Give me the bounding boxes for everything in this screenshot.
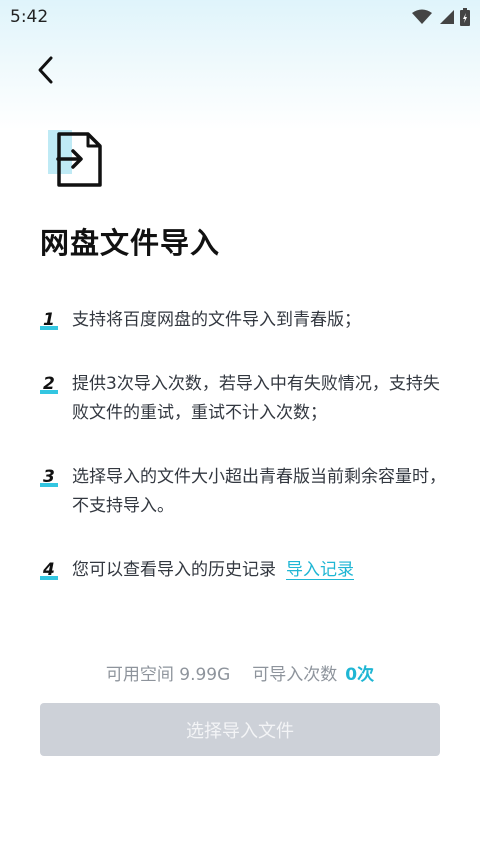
- import-count-value: 0次: [345, 665, 375, 685]
- select-import-files-button[interactable]: 选择导入文件: [40, 703, 440, 756]
- rule-number-digit: 4: [43, 560, 55, 580]
- rule-item-1: 1 支持将百度网盘的文件导入到青春版；: [40, 306, 450, 335]
- status-icons: [412, 8, 470, 26]
- rule-text: 支持将百度网盘的文件导入到青春版；: [72, 310, 361, 330]
- rule-number-digit: 2: [43, 374, 55, 394]
- status-time: 5:42: [10, 7, 49, 27]
- rule-number: 2: [40, 370, 72, 399]
- back-button[interactable]: [26, 50, 66, 90]
- rule-text-body: 您可以查看导入的历史记录: [72, 560, 276, 580]
- file-import-icon: [48, 130, 102, 187]
- wifi-icon: [412, 9, 432, 24]
- rule-number: 3: [40, 463, 72, 492]
- rule-text: 选择导入的文件大小超出青春版当前剩余容量时，不支持导入。: [72, 467, 446, 516]
- import-history-link[interactable]: 导入记录: [286, 560, 354, 580]
- rules-list: 1 支持将百度网盘的文件导入到青春版； 2 提供3次导入次数，若导入中有失败情况…: [40, 306, 450, 585]
- battery-icon: [460, 8, 470, 26]
- signal-icon: [440, 10, 454, 24]
- import-count-label: 可导入次数: [252, 665, 338, 685]
- rule-number: 4: [40, 556, 72, 585]
- chevron-left-icon: [38, 56, 53, 84]
- available-space-label: 可用空间 9.99G: [105, 665, 231, 685]
- rule-item-2: 2 提供3次导入次数，若导入中有失败情况，支持失败文件的重试，重试不计入次数；: [40, 370, 450, 428]
- quota-stats: 可用空间 9.99G 可导入次数 0次: [0, 660, 480, 685]
- rule-item-3: 3 选择导入的文件大小超出青春版当前剩余容量时，不支持导入。: [40, 463, 450, 521]
- rule-number: 1: [40, 306, 72, 335]
- page-title: 网盘文件导入: [40, 226, 221, 260]
- rule-number-digit: 3: [43, 467, 55, 487]
- rule-text: 提供3次导入次数，若导入中有失败情况，支持失败文件的重试，重试不计入次数；: [72, 374, 440, 423]
- status-bar: 5:42: [0, 0, 480, 34]
- rule-text: 您可以查看导入的历史记录 导入记录: [72, 556, 450, 585]
- rule-item-4: 4 您可以查看导入的历史记录 导入记录: [40, 556, 450, 585]
- rule-number-digit: 1: [43, 310, 55, 330]
